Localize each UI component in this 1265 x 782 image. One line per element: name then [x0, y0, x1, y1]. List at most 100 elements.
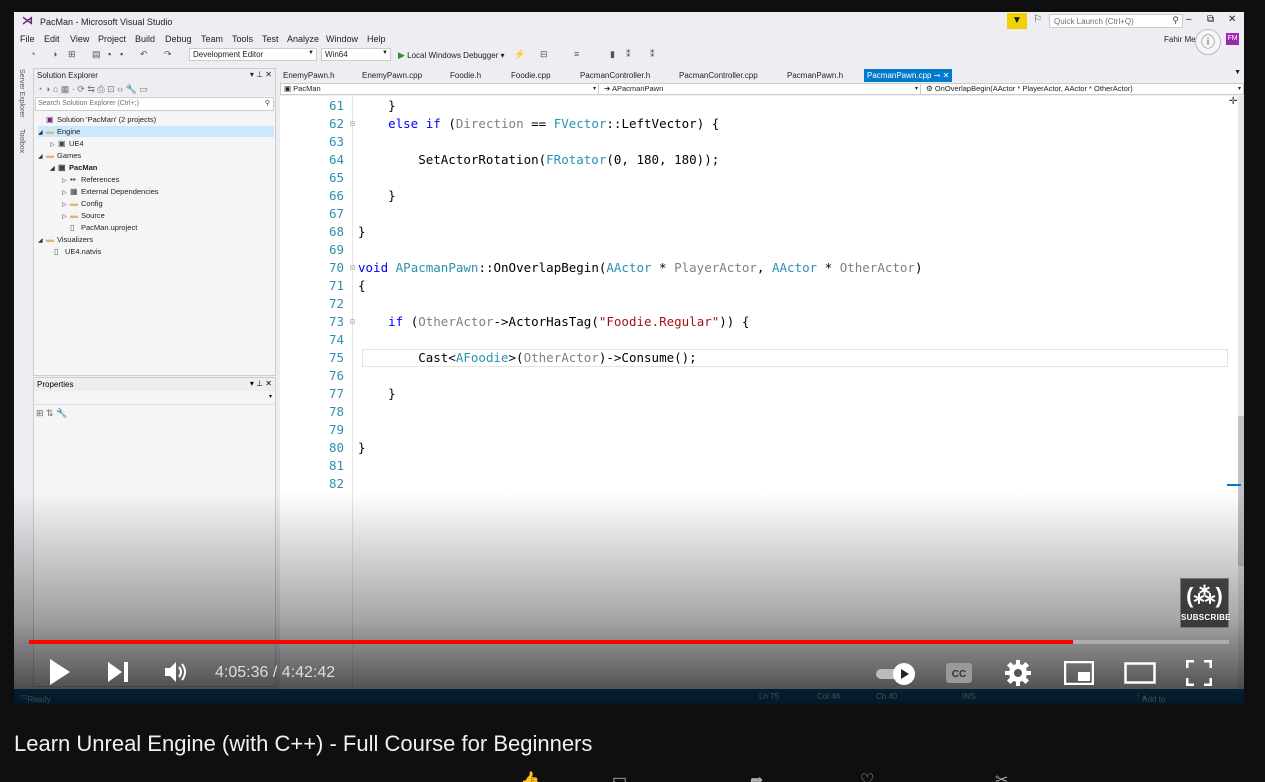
- autoplay-toggle[interactable]: [874, 662, 918, 686]
- attach-icon[interactable]: ⚡: [514, 49, 525, 60]
- menu-team[interactable]: Team: [201, 34, 223, 44]
- tree-item-natvis[interactable]: ▯ UE4.natvis: [54, 246, 101, 257]
- tab-enemypawn-h[interactable]: EnemyPawn.h: [280, 69, 338, 82]
- solution-explorer-toolbar[interactable]: ◔ ◑ ⌂ ▦ · ⟳ ⇆ ⎙ ⊡ ‹› 🔧 ▭: [34, 82, 275, 96]
- code-editor[interactable]: 61 } 62 ⊟ else if (Direction == FVector::…: [280, 96, 1238, 696]
- tree-item-config[interactable]: ▷ ▬ Config: [62, 198, 103, 209]
- fold-icon[interactable]: ⊟: [350, 115, 355, 133]
- tab-foodie-h[interactable]: Foodie.h: [447, 69, 484, 82]
- tree-item-uproject[interactable]: ▯ PacMan.uproject: [70, 222, 137, 233]
- collapsed-arrow-icon[interactable]: ▷: [62, 212, 70, 223]
- tree-item-solution[interactable]: ▣ Solution 'PacMan' (2 projects): [38, 114, 156, 125]
- settings-button[interactable]: [1005, 660, 1031, 686]
- bookmark-prev-icon[interactable]: ⁑: [626, 49, 631, 60]
- tree-item-references[interactable]: ▷ ▪▪ References: [62, 174, 119, 185]
- split-editor-icon[interactable]: ✛: [1229, 96, 1237, 107]
- open-icon[interactable]: ▤: [92, 49, 101, 60]
- save-all-icon[interactable]: ▪: [120, 49, 123, 59]
- captions-button[interactable]: CC: [945, 662, 973, 684]
- menu-project[interactable]: Project: [98, 34, 126, 44]
- user-avatar[interactable]: FM: [1226, 33, 1239, 45]
- miniplayer-button[interactable]: [1063, 660, 1095, 686]
- nav-class-select[interactable]: ➔ APacmanPawn ▾: [601, 84, 921, 94]
- bookmark-icon[interactable]: ▮: [610, 49, 615, 60]
- restore-icon[interactable]: ⧉: [1207, 14, 1214, 25]
- expanded-arrow-icon[interactable]: ◢: [38, 152, 46, 163]
- expanded-arrow-icon[interactable]: ◢: [50, 164, 58, 175]
- menu-view[interactable]: View: [70, 34, 89, 44]
- tree-item-games[interactable]: ◢ ▬ Games: [38, 150, 81, 161]
- volume-button[interactable]: [164, 660, 190, 684]
- dislike-icon[interactable]: ▭: [612, 770, 627, 782]
- menu-help[interactable]: Help: [367, 34, 386, 44]
- feedback-icon[interactable]: ⚐: [1033, 14, 1042, 25]
- tree-item-external-deps[interactable]: ▷ ▦ External Dependencies: [62, 186, 159, 197]
- server-explorer-tab[interactable]: Server Explorer: [18, 69, 25, 118]
- menu-file[interactable]: File: [20, 34, 35, 44]
- properties-toolbar[interactable]: ⊞ ⇅ 🔧: [34, 405, 275, 422]
- back-icon[interactable]: ◔: [30, 49, 35, 59]
- menu-build[interactable]: Build: [135, 34, 155, 44]
- new-project-icon[interactable]: ⊞: [68, 49, 76, 60]
- quick-launch-input[interactable]: Quick Launch (Ctrl+Q) ⚲: [1049, 14, 1183, 28]
- tree-item-pacman[interactable]: ◢ ▣ PacMan: [50, 162, 97, 173]
- panel-controls[interactable]: ▾ ⊥ ✕: [250, 379, 272, 388]
- source-control-button[interactable]: ↑ Add to Source Control ▴: [1136, 692, 1165, 704]
- expanded-arrow-icon[interactable]: ◢: [38, 236, 46, 247]
- next-button[interactable]: [106, 660, 130, 684]
- tab-enemypawn-cpp[interactable]: EnemyPawn.cpp: [359, 69, 425, 82]
- share-icon[interactable]: ➦: [750, 770, 763, 782]
- nav-member-select[interactable]: ⚙ OnOverlapBegin(AActor * PlayerActor, A…: [923, 84, 1243, 94]
- undo-icon[interactable]: ↶: [140, 49, 148, 60]
- menu-tools[interactable]: Tools: [232, 34, 253, 44]
- fold-icon[interactable]: ⊟: [350, 313, 355, 331]
- tree-item-source[interactable]: ▷ ▬ Source: [62, 210, 105, 221]
- bookmark-next-icon[interactable]: ⁑: [650, 49, 655, 60]
- progress-bar[interactable]: [29, 640, 1229, 644]
- like-icon[interactable]: 👍: [520, 770, 540, 782]
- menu-debug[interactable]: Debug: [165, 34, 192, 44]
- tree-item-visualizers[interactable]: ◢ ▬ Visualizers: [38, 234, 93, 245]
- user-name[interactable]: Fahir Me: [1164, 35, 1196, 44]
- tree-item-ue4[interactable]: ▷ ▣ UE4: [50, 138, 84, 149]
- panel-controls[interactable]: ▾ ⊥ ✕: [250, 70, 272, 79]
- editor-scrollbar[interactable]: [1238, 96, 1244, 686]
- tab-foodie-cpp[interactable]: Foodie.cpp: [508, 69, 554, 82]
- solution-search-input[interactable]: Search Solution Explorer (Ctrl+;) ⚲: [35, 97, 274, 111]
- notification-flag-icon[interactable]: ▼: [1007, 13, 1027, 29]
- indent-icon[interactable]: ≡: [574, 49, 579, 59]
- tree-item-engine[interactable]: ◢ ▬ Engine: [38, 126, 274, 137]
- close-icon[interactable]: ✕: [1228, 14, 1236, 25]
- play-button[interactable]: [48, 658, 72, 686]
- clip-icon[interactable]: ✂: [995, 770, 1008, 782]
- tab-overflow-icon[interactable]: ▼: [1234, 69, 1241, 76]
- platform-select[interactable]: Win64 ▼: [321, 48, 391, 61]
- configuration-select[interactable]: Development Editor ▼: [189, 48, 317, 61]
- menu-analyze[interactable]: Analyze: [287, 34, 319, 44]
- close-tab-icon[interactable]: ✕: [943, 71, 950, 80]
- properties-object-select[interactable]: ▾: [34, 391, 275, 405]
- tab-pacmanpawn-cpp[interactable]: PacmanPawn.cpp ⊸ ✕: [864, 69, 953, 82]
- redo-icon[interactable]: ↷: [164, 49, 172, 60]
- menu-window[interactable]: Window: [326, 34, 358, 44]
- fullscreen-button[interactable]: [1185, 659, 1213, 687]
- tab-pacmancontroller-h[interactable]: PacmanController.h: [577, 69, 653, 82]
- start-debugger-button[interactable]: ▶ Local Windows Debugger ▾: [398, 50, 505, 61]
- tab-pacmanpawn-h[interactable]: PacmanPawn.h: [784, 69, 846, 82]
- pin-icon[interactable]: ⊸: [934, 71, 941, 80]
- toolbar-icon[interactable]: ⊟: [540, 49, 548, 60]
- scrollbar-thumb[interactable]: [1238, 416, 1244, 566]
- expanded-arrow-icon[interactable]: ◢: [38, 128, 46, 139]
- save-icon[interactable]: ▪: [108, 49, 111, 59]
- minimize-icon[interactable]: –: [1186, 14, 1192, 25]
- toolbox-tab[interactable]: Toolbox: [18, 129, 25, 153]
- menu-test[interactable]: Test: [262, 34, 279, 44]
- fold-icon[interactable]: ⊟: [350, 259, 355, 277]
- video-player[interactable]: ⋊ PacMan - Microsoft Visual Studio ▼ ⚐ Q…: [14, 12, 1244, 704]
- thanks-icon[interactable]: ♡: [860, 770, 874, 782]
- nav-project-select[interactable]: ▣ PacMan ▾: [281, 84, 599, 94]
- theater-mode-button[interactable]: [1124, 662, 1156, 684]
- menu-edit[interactable]: Edit: [44, 34, 60, 44]
- tab-pacmancontroller-cpp[interactable]: PacmanController.cpp: [676, 69, 761, 82]
- forward-icon[interactable]: ◑: [52, 49, 57, 59]
